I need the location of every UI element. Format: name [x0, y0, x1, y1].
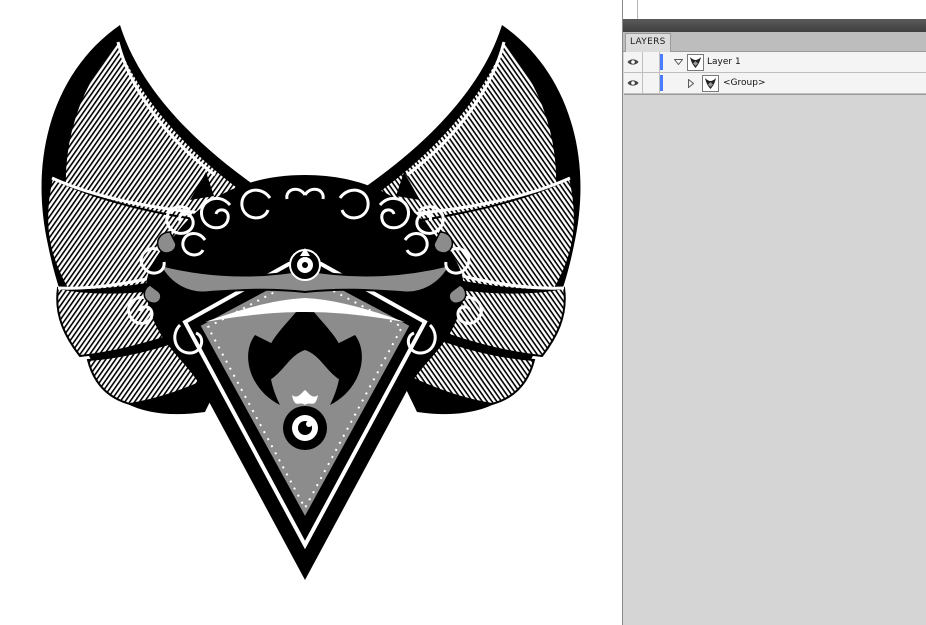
- disclosure-triangle-icon: [688, 78, 694, 88]
- layer-thumbnail-icon: [687, 54, 704, 71]
- expand-group-toggle[interactable]: [686, 78, 696, 88]
- layer-row-layer-1[interactable]: Layer 1: [624, 52, 926, 73]
- layer-row-group[interactable]: <Group>: [624, 73, 926, 94]
- layer-thumbnail-icon: [702, 75, 719, 92]
- expand-layer-toggle[interactable]: [673, 57, 683, 67]
- panel-title-bar[interactable]: [623, 19, 926, 32]
- visibility-toggle[interactable]: [624, 52, 643, 72]
- document-top-strip: [623, 0, 926, 19]
- lock-toggle[interactable]: [643, 52, 660, 72]
- winged-shield-artwork: [40, 23, 582, 580]
- panel-tab-bar: LAYERS: [623, 32, 926, 52]
- layers-list: Layer 1 <Group>: [624, 52, 926, 95]
- layers-panel: LAYERS Layer 1 <Group>: [623, 19, 926, 625]
- tab-layers-label: LAYERS: [630, 37, 666, 47]
- layer-name-label[interactable]: Layer 1: [707, 52, 741, 72]
- visibility-toggle[interactable]: [624, 73, 643, 93]
- layer-color-indicator: [660, 75, 663, 91]
- artboard-canvas[interactable]: [0, 0, 622, 625]
- lock-toggle[interactable]: [643, 73, 660, 93]
- disclosure-triangle-icon: [673, 59, 683, 65]
- eye-icon: [627, 80, 639, 86]
- tab-layers[interactable]: LAYERS: [625, 33, 671, 52]
- eye-icon: [627, 59, 639, 65]
- top-strip-divider: [637, 0, 638, 19]
- layer-color-indicator: [660, 54, 663, 70]
- group-name-label[interactable]: <Group>: [723, 73, 765, 93]
